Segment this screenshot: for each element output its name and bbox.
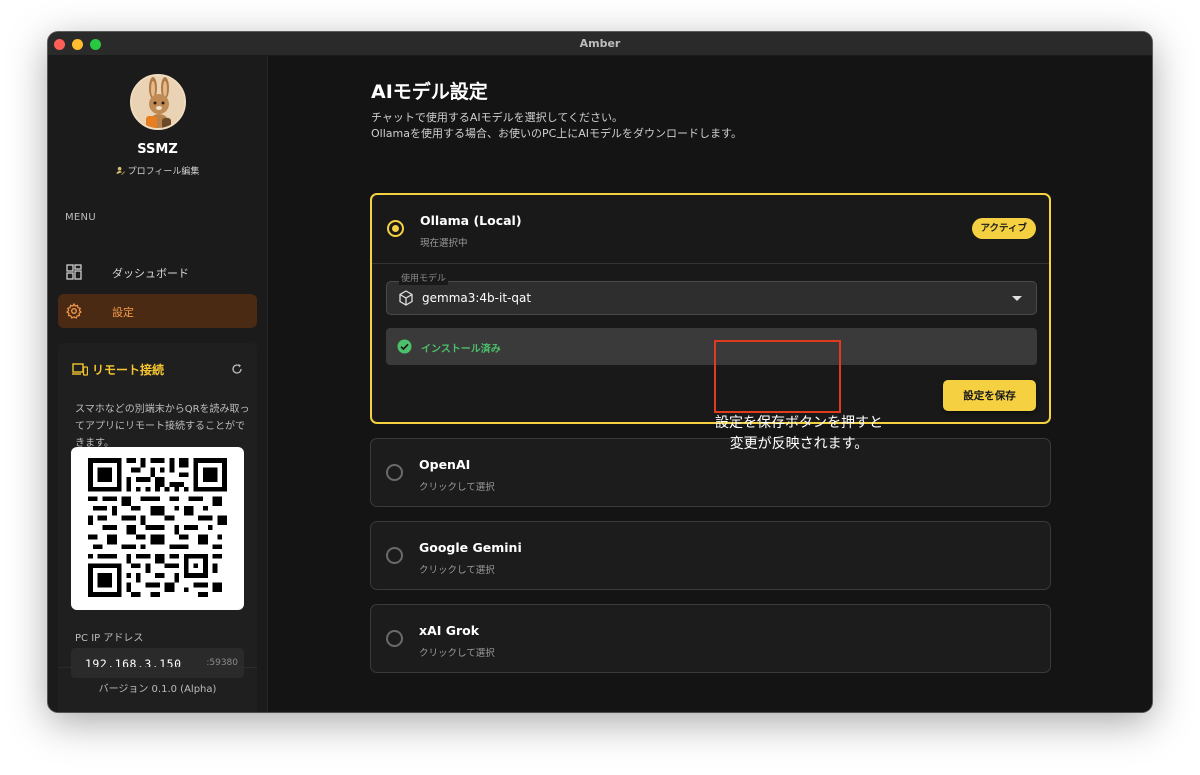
qr-code (71, 447, 244, 610)
provider-radio[interactable] (386, 464, 403, 481)
rabbit-avatar-icon (132, 76, 184, 128)
sidebar-item-label: ダッシュボード (112, 267, 189, 280)
sidebar-item-dashboard[interactable]: ダッシュボード (58, 255, 257, 289)
annotation-line: 変更が反映されます。 (729, 436, 869, 452)
model-select-label: 使用モデル (399, 273, 449, 285)
ip-address-field[interactable]: 192.168.3.150 :59380 (71, 648, 244, 678)
provider-status: クリックして選択 (419, 565, 495, 576)
provider-card-ollama[interactable]: Ollama (Local) 現在選択中 アクティブ 使用モデル gemma3:… (370, 193, 1051, 424)
refresh-icon[interactable] (231, 363, 243, 375)
model-select[interactable]: 使用モデル gemma3:4b-it-qat (386, 273, 1037, 315)
cube-icon (399, 290, 413, 306)
active-badge: アクティブ (971, 218, 1036, 239)
save-settings-button[interactable]: 設定を保存 (943, 380, 1036, 411)
provider-status: クリックして選択 (419, 482, 495, 493)
provider-status: クリックして選択 (419, 648, 495, 659)
install-status-bar: インストール済み (386, 328, 1037, 365)
ip-address-label: PC IP アドレス (75, 633, 144, 644)
profile-edit-link[interactable]: プロフィール編集 (48, 164, 267, 177)
annotation-line: 設定を保存ボタンを押すと (715, 415, 883, 431)
profile-edit-label: プロフィール編集 (127, 167, 200, 177)
provider-card-grok[interactable]: xAI Grok クリックして選択 (370, 604, 1051, 673)
gear-icon (66, 303, 82, 319)
provider-name: xAI Grok (419, 623, 480, 638)
page-title: AIモデル設定 (371, 81, 488, 103)
provider-radio[interactable] (386, 630, 403, 647)
description-line: Ollamaを使用する場合、お使いのPC上にAIモデルをダウンロードします。 (371, 127, 742, 140)
title-bar: Amber (48, 32, 1152, 56)
provider-radio[interactable] (386, 547, 403, 564)
sidebar-item-label: 設定 (112, 306, 134, 319)
divider (372, 263, 1049, 264)
provider-radio[interactable] (387, 220, 404, 237)
devices-icon (72, 363, 88, 376)
version-label: バージョン 0.1.0 (Alpha) (98, 684, 217, 695)
check-circle-icon (397, 339, 412, 354)
user-name: SSMZ (137, 142, 178, 157)
install-status-label: インストール済み (421, 344, 501, 355)
user-edit-icon (116, 166, 125, 175)
avatar[interactable] (130, 74, 186, 130)
model-select-value: gemma3:4b-it-qat (422, 291, 532, 305)
remote-connection-title: リモート接続 (72, 361, 164, 378)
sidebar-item-settings[interactable]: 設定 (58, 294, 257, 328)
main-content: AIモデル設定 チャットで使用するAIモデルを選択してください。 Ollamaを… (269, 56, 1152, 712)
chevron-down-icon (1012, 296, 1022, 301)
provider-card-gemini[interactable]: Google Gemini クリックして選択 (370, 521, 1051, 590)
menu-heading: MENU (65, 212, 96, 223)
provider-name: Google Gemini (419, 540, 522, 555)
remote-connection-description: スマホなどの別端末からQRを読み取ってアプリにリモート接続することができます。 (75, 404, 250, 449)
description-line: チャットで使用するAIモデルを選択してください。 (371, 111, 623, 124)
divider (58, 667, 257, 668)
app-window: Amber SSMZ プロフィール編集 MENU ダッシュボード 設定 リモート… (48, 32, 1152, 712)
qr-code-icon (88, 458, 227, 597)
ip-address-value: 192.168.3.150 (85, 657, 182, 671)
annotation-text: 設定を保存ボタンを押すと 変更が反映されます。 (674, 413, 924, 455)
remote-connection-panel: リモート接続 スマホなどの別端末からQRを読み取ってアプリにリモート接続すること… (58, 343, 257, 712)
provider-name: Ollama (Local) (420, 213, 522, 228)
sidebar: SSMZ プロフィール編集 MENU ダッシュボード 設定 リモート接続 スマホ… (48, 56, 268, 712)
provider-status: 現在選択中 (420, 238, 468, 249)
window-title: Amber (579, 37, 621, 50)
provider-name: OpenAI (419, 457, 471, 472)
remote-connection-label: リモート接続 (92, 363, 165, 377)
dashboard-icon (66, 264, 82, 280)
page-description: チャットで使用するAIモデルを選択してください。 Ollamaを使用する場合、お… (371, 110, 742, 142)
annotation-highlight-box (714, 340, 841, 413)
